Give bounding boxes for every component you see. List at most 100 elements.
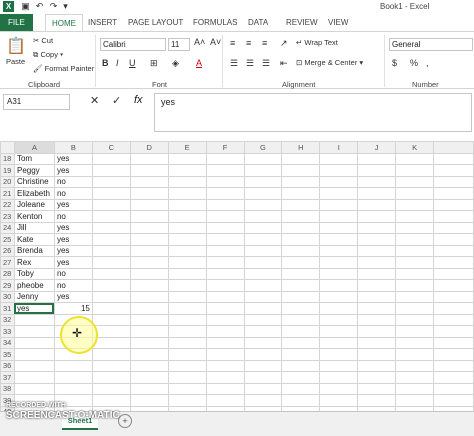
cell[interactable] — [319, 325, 359, 338]
cell[interactable] — [281, 210, 321, 223]
cell[interactable] — [281, 348, 321, 361]
cell[interactable] — [243, 210, 283, 223]
cell[interactable]: Kate — [13, 233, 55, 246]
cell[interactable] — [167, 267, 207, 280]
cell[interactable] — [433, 371, 474, 384]
cell[interactable] — [281, 256, 321, 269]
cell[interactable] — [319, 290, 359, 303]
cell[interactable] — [167, 198, 207, 211]
cell[interactable] — [319, 359, 359, 372]
cell[interactable]: yes — [53, 256, 93, 269]
cell[interactable] — [205, 256, 245, 269]
row-header[interactable]: 21 — [0, 187, 15, 200]
cell[interactable] — [167, 233, 207, 246]
cell[interactable] — [91, 210, 131, 223]
cell[interactable]: yes — [53, 164, 93, 177]
cell[interactable] — [281, 302, 321, 315]
enter-icon[interactable]: ✓ — [112, 94, 121, 107]
column-header[interactable] — [433, 141, 474, 154]
cell[interactable] — [319, 302, 359, 315]
cell[interactable] — [167, 175, 207, 188]
redo-icon[interactable]: ↷ — [48, 1, 59, 12]
cell[interactable] — [395, 371, 435, 384]
cell[interactable] — [395, 256, 435, 269]
cell[interactable] — [129, 371, 169, 384]
cell[interactable] — [319, 256, 359, 269]
cell[interactable] — [433, 302, 474, 315]
cell[interactable] — [167, 359, 207, 372]
borders-icon[interactable]: ⊞ — [150, 58, 158, 69]
cell[interactable] — [319, 233, 359, 246]
align-middle-icon[interactable]: ≡ — [246, 38, 251, 48]
cell[interactable] — [395, 164, 435, 177]
cell[interactable] — [281, 371, 321, 384]
cell[interactable] — [395, 394, 435, 407]
decrease-font-icon[interactable]: A˅ — [210, 37, 221, 47]
cell[interactable] — [433, 382, 474, 395]
cell[interactable] — [205, 336, 245, 349]
cell[interactable] — [243, 256, 283, 269]
cell[interactable] — [281, 359, 321, 372]
cell[interactable]: 15 — [53, 302, 93, 315]
cell[interactable]: Brenda — [13, 244, 55, 257]
cell[interactable] — [243, 325, 283, 338]
cell[interactable] — [433, 210, 474, 223]
cell[interactable] — [167, 290, 207, 303]
column-header[interactable]: H — [281, 141, 321, 154]
cell[interactable] — [91, 221, 131, 234]
underline-button[interactable]: U — [129, 58, 136, 68]
cell[interactable]: Jill — [13, 221, 55, 234]
cell[interactable] — [243, 359, 283, 372]
cell[interactable] — [433, 325, 474, 338]
cell[interactable] — [395, 313, 435, 326]
cell[interactable] — [129, 394, 169, 407]
cell[interactable] — [281, 279, 321, 292]
cell[interactable] — [205, 325, 245, 338]
orientation-icon[interactable]: ↗ — [280, 38, 288, 49]
cell[interactable] — [243, 175, 283, 188]
cell[interactable] — [243, 187, 283, 200]
cell[interactable] — [281, 382, 321, 395]
cell[interactable] — [13, 325, 55, 338]
cell[interactable]: Rex — [13, 256, 55, 269]
cell[interactable] — [395, 348, 435, 361]
cell[interactable] — [205, 394, 245, 407]
cell[interactable] — [129, 302, 169, 315]
cell[interactable] — [395, 279, 435, 292]
cell[interactable] — [243, 348, 283, 361]
cell[interactable] — [205, 313, 245, 326]
cell[interactable] — [91, 244, 131, 257]
cell[interactable] — [395, 359, 435, 372]
cell[interactable] — [129, 256, 169, 269]
cell[interactable] — [433, 359, 474, 372]
cell[interactable]: Elizabeth — [13, 187, 55, 200]
cell[interactable] — [281, 221, 321, 234]
row-header[interactable]: 25 — [0, 233, 15, 246]
row-header[interactable]: 34 — [0, 336, 15, 349]
tab-insert[interactable]: INSERT — [82, 14, 123, 31]
cell[interactable] — [433, 313, 474, 326]
cell[interactable] — [243, 233, 283, 246]
cell[interactable] — [319, 198, 359, 211]
cell[interactable] — [205, 302, 245, 315]
cell[interactable] — [243, 313, 283, 326]
cell[interactable] — [91, 164, 131, 177]
cell[interactable]: yes — [53, 198, 93, 211]
cell[interactable] — [433, 256, 474, 269]
cell[interactable] — [129, 198, 169, 211]
row-header[interactable]: 33 — [0, 325, 15, 338]
cell[interactable] — [205, 187, 245, 200]
bold-button[interactable]: B — [102, 58, 109, 68]
cell[interactable] — [357, 175, 397, 188]
row-header[interactable]: 26 — [0, 244, 15, 257]
cell[interactable] — [129, 313, 169, 326]
tab-data[interactable]: DATA — [242, 14, 274, 31]
cell[interactable] — [281, 175, 321, 188]
cell[interactable] — [357, 394, 397, 407]
cell[interactable]: yes — [53, 233, 93, 246]
cell[interactable] — [395, 210, 435, 223]
cell[interactable] — [129, 325, 169, 338]
paste-button[interactable]: Paste — [6, 57, 25, 66]
cell[interactable] — [205, 348, 245, 361]
cell[interactable] — [205, 382, 245, 395]
